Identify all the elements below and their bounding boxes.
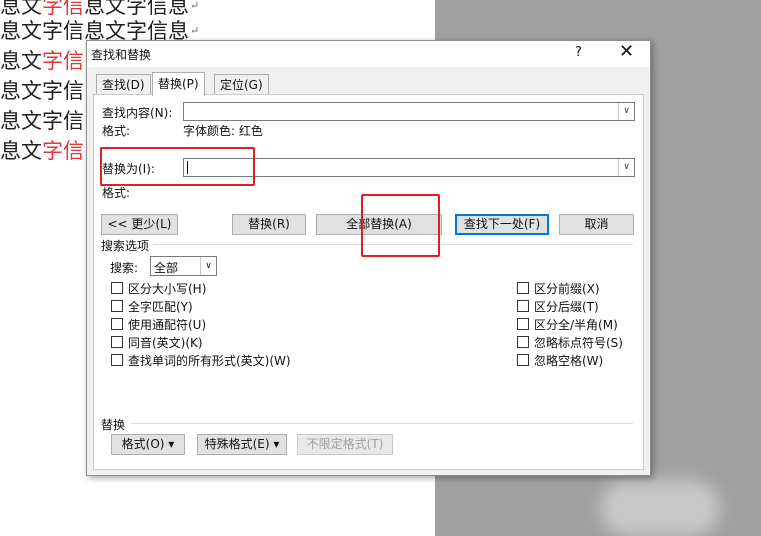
- option-checkbox[interactable]: [517, 300, 529, 312]
- option-label[interactable]: 查找单词的所有形式(英文)(W): [128, 352, 291, 369]
- option-checkbox[interactable]: [111, 336, 123, 348]
- option-label[interactable]: 区分前缀(X): [534, 280, 600, 297]
- help-button[interactable]: ?: [575, 45, 582, 60]
- text-segment: 息文字信: [0, 79, 84, 103]
- option-checkbox[interactable]: [111, 318, 123, 330]
- option-label[interactable]: 同音(英文)(K): [128, 334, 203, 351]
- document-line: 息文字信: [0, 77, 85, 105]
- text-cursor: [187, 161, 188, 174]
- text-segment: 息文: [0, 49, 42, 73]
- special-format-menu-button[interactable]: 特殊格式(E) ▾: [197, 434, 287, 455]
- option-label[interactable]: 区分后缀(T): [534, 298, 599, 315]
- document-line: 息文字信: [0, 47, 85, 75]
- option-checkbox[interactable]: [111, 300, 123, 312]
- search-label: 搜索:: [110, 261, 139, 275]
- paragraph-mark-icon: ↵: [190, 24, 200, 37]
- text-segment: 息文: [0, 0, 42, 18]
- tab-replace[interactable]: 替换(P): [152, 72, 205, 96]
- section-divider: [153, 244, 633, 245]
- option-checkbox[interactable]: [111, 282, 123, 294]
- option-checkbox[interactable]: [517, 336, 529, 348]
- find-replace-dialog: 查找和替换 ? ✕ 查找(D) 替换(P) 定位(G) 查找内容(N): ∨ 格…: [86, 40, 651, 476]
- document-line: 息文字信: [0, 107, 85, 135]
- tab-find[interactable]: 查找(D): [96, 74, 151, 95]
- option-checkbox[interactable]: [517, 354, 529, 366]
- format-menu-button[interactable]: 格式(O) ▾: [111, 434, 185, 455]
- less-button[interactable]: << 更少(L): [101, 214, 178, 235]
- document-line: 息文字信: [0, 137, 85, 165]
- replace-button[interactable]: 替换(R): [232, 214, 306, 235]
- replace-with-label: 替换为(I):: [102, 162, 155, 176]
- option-checkbox[interactable]: [517, 318, 529, 330]
- find-format-label: 格式:: [102, 124, 131, 138]
- chevron-down-icon[interactable]: ∨: [618, 159, 634, 176]
- option-label[interactable]: 忽略空格(W): [534, 352, 603, 369]
- replace-section-title: 替换: [101, 418, 126, 432]
- replace-all-button[interactable]: 全部替换(A): [316, 214, 442, 235]
- option-checkbox[interactable]: [111, 354, 123, 366]
- option-label[interactable]: 使用通配符(U): [128, 316, 206, 333]
- text-segment: 息文: [0, 139, 42, 163]
- search-direction-value: 全部: [154, 261, 179, 275]
- find-next-button[interactable]: 查找下一处(F): [455, 214, 549, 235]
- paragraph-mark-icon: ↵: [190, 0, 200, 12]
- no-formatting-button[interactable]: 不限定格式(T): [297, 434, 393, 455]
- option-label[interactable]: 区分全/半角(M): [534, 316, 618, 333]
- dialog-title: 查找和替换: [91, 48, 152, 62]
- option-checkbox[interactable]: [517, 282, 529, 294]
- search-direction-select[interactable]: 全部 ∨: [150, 256, 217, 276]
- option-label[interactable]: 忽略标点符号(S): [534, 334, 623, 351]
- chevron-down-icon[interactable]: ∨: [618, 103, 634, 120]
- red-text-segment: 字信: [42, 0, 84, 18]
- text-segment: 息文字信: [0, 109, 84, 133]
- find-what-label: 查找内容(N):: [102, 106, 173, 120]
- search-options-title: 搜索选项: [101, 239, 150, 253]
- tab-goto[interactable]: 定位(G): [214, 74, 269, 95]
- cancel-button[interactable]: 取消: [559, 214, 634, 235]
- find-format-value: 字体颜色: 红色: [183, 124, 263, 138]
- chevron-down-icon[interactable]: ∨: [200, 257, 216, 275]
- dialog-titlebar: 查找和替换 ? ✕: [87, 41, 650, 67]
- text-segment: 息文字信息: [84, 0, 189, 18]
- section-divider: [131, 423, 633, 424]
- find-what-combobox[interactable]: ∨: [183, 102, 635, 121]
- option-label[interactable]: 区分大小写(H): [128, 280, 206, 297]
- background-glow: [600, 480, 720, 536]
- close-button[interactable]: ✕: [619, 42, 634, 62]
- red-text-segment: 字信: [42, 49, 84, 73]
- replace-with-combobox[interactable]: ∨: [183, 158, 635, 177]
- option-label[interactable]: 全字匹配(Y): [128, 298, 193, 315]
- red-text-segment: 字信: [42, 139, 84, 163]
- replace-format-label: 格式:: [102, 186, 131, 200]
